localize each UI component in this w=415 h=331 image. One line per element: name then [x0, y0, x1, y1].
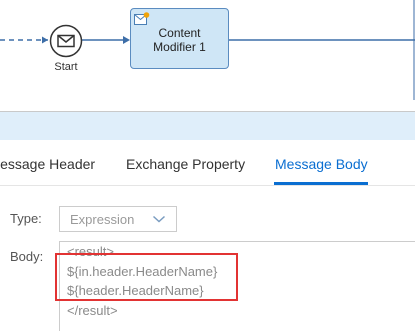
type-select-value: Expression	[70, 212, 135, 227]
body-line-4: </result>	[67, 303, 118, 318]
incoming-arrowhead	[42, 36, 48, 44]
sequence-arrowhead	[123, 36, 130, 44]
tab-message-header[interactable]: lessage Header	[0, 156, 95, 172]
body-label: Body:	[10, 249, 44, 264]
active-tab-indicator	[274, 182, 368, 185]
properties-header-bar	[0, 112, 415, 140]
type-label: Type:	[10, 211, 42, 226]
tab-message-body[interactable]: Message Body	[275, 156, 368, 172]
start-event-label: Start	[54, 61, 78, 73]
start-event-icon[interactable]	[49, 24, 83, 58]
content-modifier-label-line2: Modifier 1	[153, 40, 206, 54]
properties-tabs: lessage Header Exchange Property Message…	[0, 140, 415, 186]
type-select[interactable]: Expression	[59, 206, 177, 232]
content-modifier-step[interactable]: Content Modifier 1	[130, 8, 229, 69]
highlight-box	[55, 253, 238, 301]
process-canvas: Start Content Modifier 1	[0, 0, 415, 112]
content-modifier-label-line1: Content	[158, 26, 201, 40]
tab-exchange-property[interactable]: Exchange Property	[126, 156, 245, 172]
chevron-down-icon	[152, 215, 166, 223]
content-modifier-icon	[134, 12, 150, 25]
content-modifier-label: Content Modifier 1	[131, 26, 228, 54]
